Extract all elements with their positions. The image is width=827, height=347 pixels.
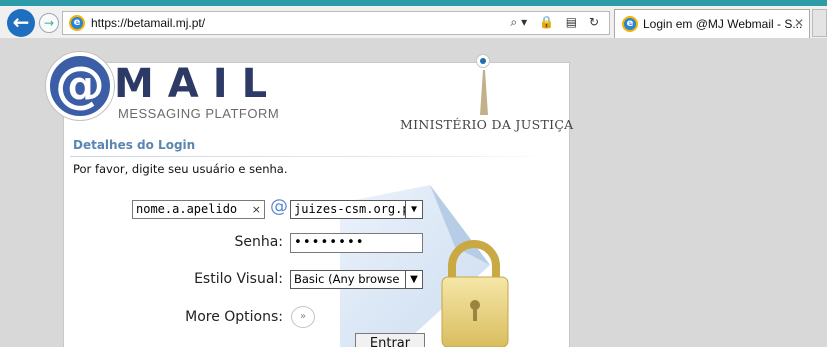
- username-input[interactable]: nome.a.apelido ×: [132, 200, 265, 219]
- password-input[interactable]: ••••••••: [290, 233, 423, 253]
- forward-arrow-icon: →: [43, 16, 55, 30]
- double-chevron-right-icon: »: [299, 311, 307, 322]
- visual-style-select[interactable]: Basic (Any browse ▼: [290, 270, 423, 289]
- tab-login[interactable]: e Login em @MJ Webmail - S... ✕: [614, 9, 810, 38]
- section-title: Detalhes do Login: [73, 138, 196, 152]
- ie-icon: e: [622, 16, 638, 32]
- section-divider: [70, 156, 548, 157]
- ministry-column-icon: [480, 70, 488, 115]
- domain-value: juizes-csm.org.pt: [294, 202, 417, 216]
- visual-style-value: Basic (Any browse: [294, 272, 400, 286]
- browser-chrome: ← → e https://betamail.mj.pt/ ⌕▾ 🔒 ▤ ↻ e…: [0, 0, 827, 38]
- back-arrow-icon: ←: [12, 10, 30, 34]
- url-text[interactable]: https://betamail.mj.pt/: [91, 16, 205, 30]
- username-value: nome.a.apelido: [136, 202, 238, 216]
- lock-icon[interactable]: 🔒: [539, 15, 558, 29]
- forward-button[interactable]: →: [39, 13, 59, 33]
- chevron-down-icon[interactable]: ▼: [405, 201, 422, 218]
- at-sign-label: @: [270, 196, 288, 217]
- chevron-down-icon[interactable]: ▼: [405, 271, 422, 288]
- new-tab-button[interactable]: [812, 9, 827, 37]
- more-options-button[interactable]: »: [291, 306, 315, 328]
- clear-icon[interactable]: ×: [252, 201, 261, 218]
- ie-icon: e: [69, 15, 85, 31]
- more-options-label: More Options:: [185, 309, 283, 325]
- visual-style-label: Estilo Visual:: [194, 271, 283, 287]
- at-logo-icon: @: [46, 52, 114, 120]
- close-tab-icon[interactable]: ✕: [794, 16, 804, 30]
- domain-select[interactable]: juizes-csm.org.pt ▼: [290, 200, 423, 219]
- back-button[interactable]: ←: [7, 9, 35, 37]
- address-tools[interactable]: ⌕▾ 🔒 ▤ ↻: [510, 15, 603, 30]
- ministry-emblem-icon: [476, 54, 490, 68]
- window-frame: [0, 0, 827, 6]
- logo-subtitle: MESSAGING PLATFORM: [118, 106, 280, 121]
- login-button[interactable]: Entrar: [355, 333, 425, 347]
- tab-title: Login em @MJ Webmail - S...: [643, 17, 803, 31]
- instructions-text: Por favor, digite seu usuário e senha.: [73, 162, 288, 176]
- password-label: Senha:: [234, 234, 283, 250]
- refresh-icon[interactable]: ↻: [589, 15, 603, 29]
- search-icon[interactable]: ⌕▾: [510, 15, 531, 29]
- logo-word: MAIL: [114, 61, 282, 107]
- address-bar[interactable]: e https://betamail.mj.pt/ ⌕▾ 🔒 ▤ ↻: [62, 11, 610, 35]
- ministry-name: MINISTÉRIO DA JUSTIÇA: [400, 117, 574, 132]
- compat-view-icon[interactable]: ▤: [566, 15, 581, 29]
